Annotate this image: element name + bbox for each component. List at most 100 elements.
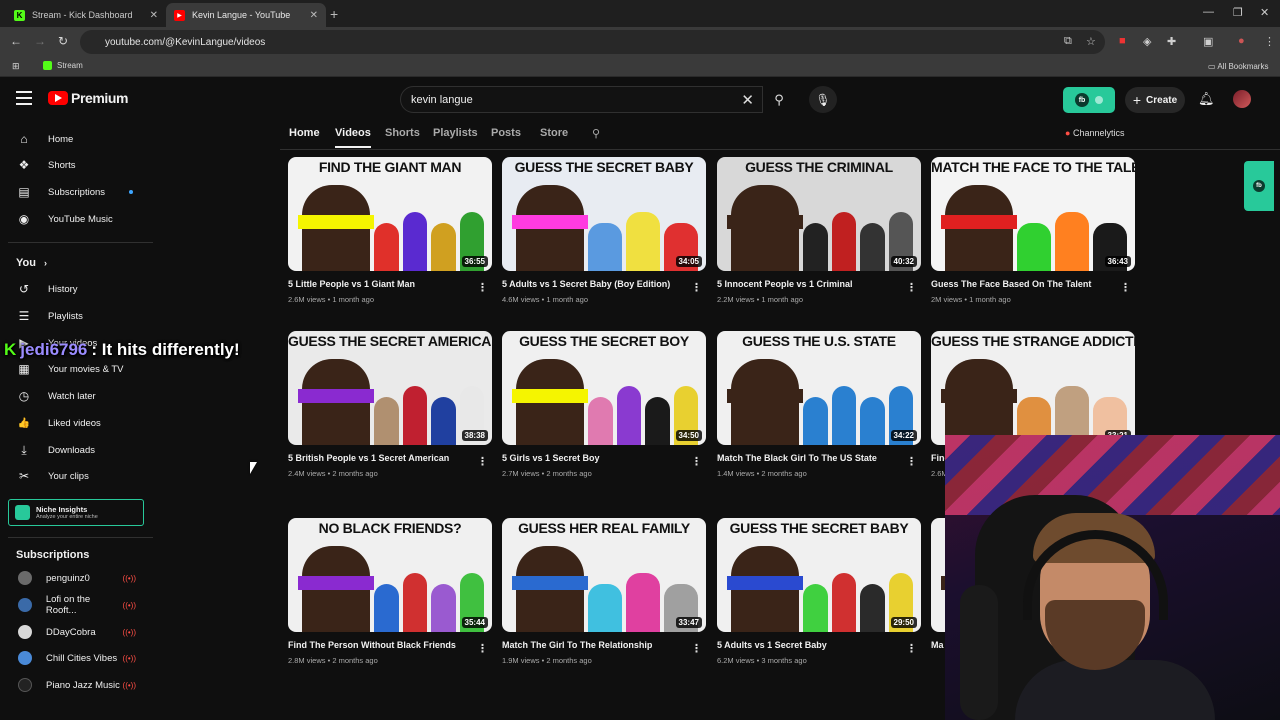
close-tab-icon[interactable]: ✕ <box>150 10 158 21</box>
video-card[interactable]: FIND THE GIANT MAN 36:55 5 Little People v… <box>288 157 492 304</box>
more-options-icon[interactable]: ⋮ <box>477 642 488 655</box>
sidebar-item-playlists[interactable]: ☰ Playlists <box>0 303 150 329</box>
cast-icon[interactable]: ⧉ <box>1064 35 1072 48</box>
video-title[interactable]: 5 British People vs 1 Secret American <box>288 453 473 463</box>
video-thumbnail[interactable]: NO BLACK FRIENDS? 35:44 <box>288 518 492 632</box>
more-options-icon[interactable]: ⋮ <box>691 281 702 294</box>
video-card[interactable]: NO BLACK FRIENDS? 35:44 Find The Person Wi… <box>288 518 492 665</box>
profile-icon[interactable]: ● <box>1238 35 1245 47</box>
extensions-puzzle-icon[interactable]: ✚ <box>1167 35 1176 48</box>
back-icon[interactable]: ← <box>10 34 22 48</box>
subscription-item[interactable]: Piano Jazz Music ((•)) <box>0 674 150 696</box>
search-button[interactable]: ⚲ <box>763 86 795 113</box>
account-avatar[interactable] <box>1233 90 1251 108</box>
channelytics-link[interactable]: ● Channelytics <box>1065 128 1124 138</box>
subscription-item[interactable]: Chill Cities Vibes ((•)) <box>0 647 150 669</box>
tab-playlists[interactable]: Playlists <box>433 127 478 139</box>
clear-search-icon[interactable]: ✕ <box>741 91 754 109</box>
video-title[interactable]: Find The Person Without Black Friends <box>288 640 473 650</box>
more-options-icon[interactable]: ⋮ <box>477 281 488 294</box>
video-thumbnail[interactable]: GUESS THE SECRET BOY 34:50 <box>502 331 706 445</box>
video-card[interactable]: MATCH THE FACE TO THE TALENT 36:43 Guess T… <box>931 157 1135 304</box>
more-options-icon[interactable]: ⋮ <box>906 281 917 294</box>
video-thumbnail[interactable]: MATCH THE FACE TO THE TALENT 36:43 <box>931 157 1135 271</box>
sidebar-item-history[interactable]: ↺ History <box>0 276 150 302</box>
maximize-icon[interactable]: ❐ <box>1233 6 1243 19</box>
video-thumbnail[interactable]: GUESS THE CRIMINAL 40:32 <box>717 157 921 271</box>
address-bar[interactable]: youtube.com/@KevinLangue/videos <box>80 30 1105 54</box>
video-thumbnail[interactable]: GUESS THE SECRET AMERICAN 38:38 <box>288 331 492 445</box>
tab-shorts[interactable]: Shorts <box>385 127 420 139</box>
forward-icon[interactable]: → <box>34 34 46 48</box>
video-title[interactable]: Guess The Face Based On The Talent <box>931 279 1116 289</box>
menu-dots-icon[interactable]: ⋮ <box>1264 35 1275 48</box>
minimize-icon[interactable]: — <box>1203 6 1214 18</box>
sidebar-item-watch-later[interactable]: ◷ Watch later <box>0 383 150 409</box>
more-options-icon[interactable]: ⋮ <box>906 455 917 468</box>
video-thumbnail[interactable]: FIND THE GIANT MAN 36:55 <box>288 157 492 271</box>
video-thumbnail[interactable]: GUESS HER REAL FAMILY 33:47 <box>502 518 706 632</box>
sidebar-item-downloads[interactable]: ⤓ Downloads <box>0 437 150 463</box>
new-tab-icon[interactable]: + <box>330 6 338 22</box>
video-title[interactable]: Match The Girl To The Relationship <box>502 640 687 650</box>
bookmark-stream[interactable]: Stream <box>43 61 83 70</box>
channel-search-icon[interactable]: ⚲ <box>592 127 600 140</box>
more-options-icon[interactable]: ⋮ <box>691 455 702 468</box>
niche-insights-button[interactable]: Niche Insights Analyze your entire niche <box>8 499 144 526</box>
tab-posts[interactable]: Posts <box>491 127 521 139</box>
bookmark-star-icon[interactable]: ☆ <box>1086 35 1096 48</box>
video-card[interactable]: GUESS THE SECRET BOY 34:50 5 Girls vs 1 Se… <box>502 331 706 478</box>
sidepanel-icon[interactable]: ▣ <box>1203 35 1213 48</box>
sidebar-item-your-clips[interactable]: ✂ Your clips <box>0 463 150 489</box>
channelytics-side-tab[interactable]: fb <box>1244 161 1274 211</box>
search-input[interactable]: kevin langue ✕ <box>400 86 763 113</box>
video-card[interactable]: GUESS HER REAL FAMILY 33:47 Match The Girl… <box>502 518 706 665</box>
tab-store[interactable]: Store <box>540 127 568 139</box>
video-thumbnail[interactable]: GUESS THE U.S. STATE 34:22 <box>717 331 921 445</box>
more-options-icon[interactable]: ⋮ <box>477 455 488 468</box>
close-window-icon[interactable]: ✕ <box>1260 6 1269 19</box>
sidebar-item-subscriptions[interactable]: ▤ Subscriptions <box>0 179 150 205</box>
create-button[interactable]: + Create <box>1125 87 1185 113</box>
reload-icon[interactable]: ↻ <box>58 34 68 48</box>
more-options-icon[interactable]: ⋮ <box>1120 281 1131 294</box>
video-thumbnail[interactable]: GUESS THE SECRET BABY 34:05 <box>502 157 706 271</box>
tab-videos[interactable]: Videos <box>335 127 371 148</box>
video-title[interactable]: 5 Adults vs 1 Secret Baby <box>717 640 902 650</box>
subscription-item[interactable]: Lofi on the Rooft... ((•)) <box>0 594 150 616</box>
video-thumbnail[interactable]: GUESS THE SECRET BABY 29:50 <box>717 518 921 632</box>
sidebar-item-liked-videos[interactable]: 👍 Liked videos <box>0 410 150 436</box>
extension-icon[interactable]: ■ <box>1119 35 1126 47</box>
video-title[interactable]: 5 Adults vs 1 Secret Baby (Boy Edition) <box>502 279 687 289</box>
apps-grid-icon[interactable]: ⊞ <box>12 61 20 72</box>
video-card[interactable]: GUESS THE SECRET AMERICAN 38:38 5 British … <box>288 331 492 478</box>
youtube-premium-logo[interactable]: Premium <box>48 90 129 106</box>
notifications-bell-icon[interactable]: 🔔︎ <box>1198 91 1215 107</box>
video-card[interactable]: GUESS THE U.S. STATE 34:22 Match The Black… <box>717 331 921 478</box>
sidebar-item-shorts[interactable]: ❖ Shorts <box>0 152 150 178</box>
close-tab-icon[interactable]: ✕ <box>310 10 318 21</box>
more-options-icon[interactable]: ⋮ <box>691 642 702 655</box>
sidebar-you-header[interactable]: You › <box>0 250 150 276</box>
tab-home[interactable]: Home <box>289 127 320 139</box>
subscription-item[interactable]: DDayCobra ((•)) <box>0 621 150 643</box>
video-thumbnail[interactable]: GUESS THE STRANGE ADDICTION33:21 <box>931 331 1135 445</box>
subscription-item[interactable]: penguinz0 ((•)) <box>0 567 150 589</box>
sidebar-item-home[interactable]: ⌂ Home <box>0 126 150 152</box>
video-title[interactable]: 5 Innocent People vs 1 Criminal <box>717 279 902 289</box>
all-bookmarks[interactable]: ▭ All Bookmarks <box>1208 62 1268 71</box>
video-title[interactable]: 5 Girls vs 1 Secret Boy <box>502 453 687 463</box>
channelytics-extension-button[interactable]: fb <box>1063 87 1115 113</box>
sidebar-item-youtube-music[interactable]: ◉ YouTube Music <box>0 206 150 232</box>
video-title[interactable]: Match The Black Girl To The US State <box>717 453 902 463</box>
voice-search-button[interactable]: 🎙 <box>809 86 837 113</box>
browser-tab-kick[interactable]: K Stream - Kick Dashboard ✕ <box>6 3 166 27</box>
video-card[interactable]: GUESS THE SECRET BABY 29:50 5 Adults vs 1 … <box>717 518 921 665</box>
more-options-icon[interactable]: ⋮ <box>906 642 917 655</box>
extension-icon[interactable]: ◈ <box>1143 35 1151 48</box>
browser-tab-youtube[interactable]: ▶ Kevin Langue - YouTube ✕ <box>166 3 326 27</box>
video-title[interactable]: 5 Little People vs 1 Giant Man <box>288 279 473 289</box>
video-card[interactable]: GUESS THE CRIMINAL 40:32 5 Innocent People… <box>717 157 921 304</box>
hamburger-menu-icon[interactable] <box>16 91 32 105</box>
video-card[interactable]: GUESS THE SECRET BABY 34:05 5 Adults vs 1 … <box>502 157 706 304</box>
